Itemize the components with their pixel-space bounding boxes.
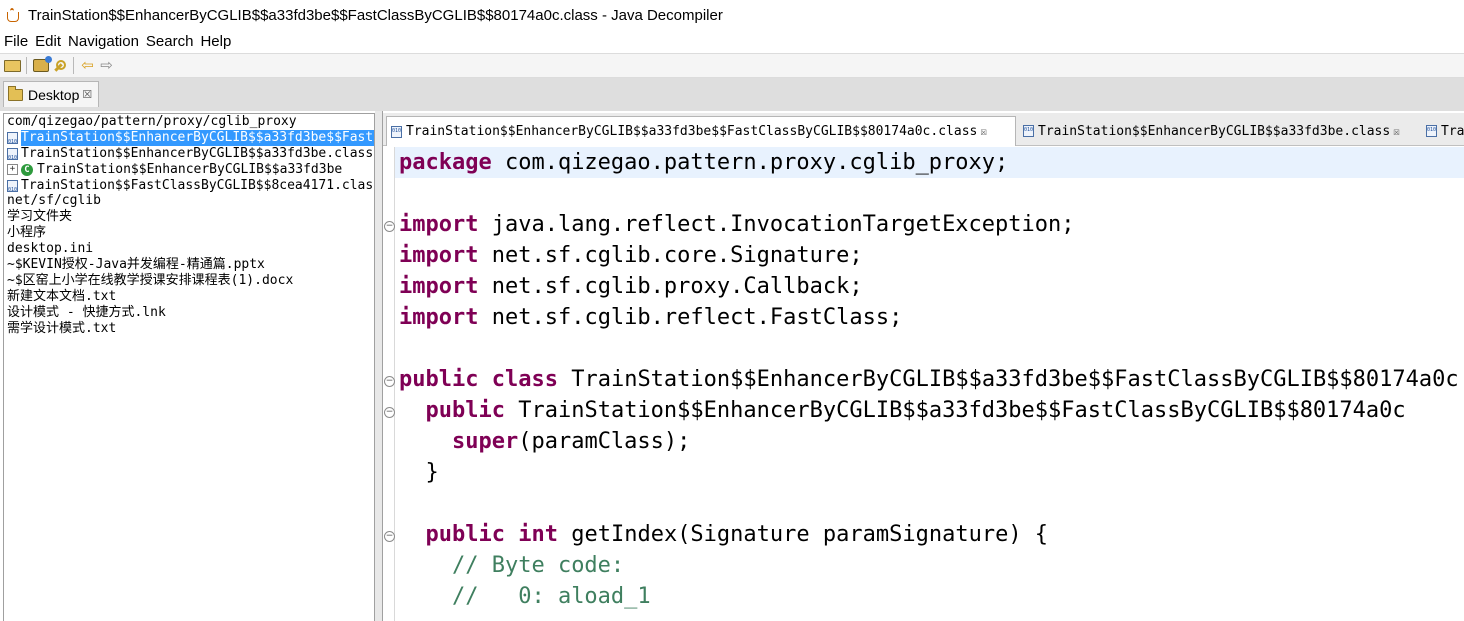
- open-file-button[interactable]: [3, 56, 22, 75]
- class-file-icon: [7, 147, 18, 166]
- tree-item-file[interactable]: 需学设计模式.txt: [4, 321, 374, 337]
- tree-item-label: TrainStation$$EnhancerByCGLIB$$a33fd3be$…: [21, 129, 374, 146]
- open-hierarchy-button[interactable]: [50, 56, 69, 75]
- code-line: import net.sf.cglib.core.Signature;: [399, 243, 863, 268]
- tree-item-class-file[interactable]: TrainStation$$EnhancerByCGLIB$$a33fd3be.…: [4, 145, 374, 166]
- tree-item-file[interactable]: ~$KEVIN授权-Java并发编程-精通篇.pptx: [4, 257, 374, 273]
- fold-collapse-icon[interactable]: −: [384, 407, 395, 418]
- editor-tab[interactable]: TrainStation$$EnhancerByCGLIB$$a33fd3be.…: [1019, 117, 1419, 145]
- menu-navigation[interactable]: Navigation: [65, 33, 142, 50]
- tree-item-label: 设计模式 - 快捷方式.lnk: [7, 304, 166, 320]
- back-button[interactable]: ⇦: [78, 56, 97, 75]
- fold-collapse-icon[interactable]: −: [384, 221, 395, 232]
- tree-item-label: net/sf/cglib: [7, 193, 101, 209]
- tree-item-package[interactable]: com/qizegao/pattern/proxy/cglib_proxy: [4, 114, 374, 130]
- class-file-icon: [1426, 125, 1437, 137]
- toolbar: ⇦ ⇨: [0, 53, 1464, 78]
- code-line: import net.sf.cglib.reflect.FastClass;: [399, 305, 903, 330]
- forward-arrow-icon: ⇨: [100, 57, 113, 74]
- toolbar-separator: [73, 57, 74, 74]
- close-icon[interactable]: ☒: [82, 88, 92, 101]
- editor-tab-label: TrainStation$$EnhancerByCGLIB$$a33fd3be.…: [1038, 123, 1391, 139]
- tree-item-class-file[interactable]: TrainStation$$EnhancerByCGLIB$$a33fd3be$…: [4, 129, 374, 150]
- tree-item-label: ~$区窑上小学在线教学授课安排课程表(1).docx: [7, 272, 294, 288]
- tree-item-file[interactable]: desktop.ini: [4, 241, 374, 257]
- pane-splitter[interactable]: [375, 111, 382, 621]
- tree-item-label: 学习文件夹: [7, 209, 73, 225]
- open-file-icon: [4, 59, 21, 72]
- tree-item-package[interactable]: net/sf/cglib: [4, 193, 374, 209]
- java-decompiler-app-icon: [6, 8, 20, 22]
- menu-edit[interactable]: Edit: [32, 33, 64, 50]
- close-icon[interactable]: ☒: [1393, 125, 1400, 138]
- window-title: TrainStation$$EnhancerByCGLIB$$a33fd3be$…: [28, 6, 723, 24]
- code-line: }: [425, 460, 439, 485]
- open-hierarchy-icon: [54, 59, 66, 72]
- tree-item-class-file[interactable]: TrainStation$$FastClassByCGLIB$$8cea4171…: [4, 177, 375, 198]
- forward-button[interactable]: ⇨: [97, 56, 116, 75]
- class-file-icon: [7, 131, 18, 150]
- menu-file[interactable]: File: [1, 33, 31, 50]
- class-file-icon: [7, 179, 18, 198]
- code-editor[interactable]: package com.qizegao.pattern.proxy.cglib_…: [383, 147, 1464, 621]
- tab-desktop[interactable]: Desktop ☒: [3, 81, 100, 107]
- tab-strip-background: [0, 78, 1464, 111]
- code-line: public TrainStation$$EnhancerByCGLIB$$a3…: [425, 398, 1406, 423]
- editor-tab-active[interactable]: TrainStation$$EnhancerByCGLIB$$a33fd3be$…: [386, 116, 1016, 146]
- menu-help[interactable]: Help: [197, 33, 234, 50]
- code-line: // Byte code:: [451, 553, 625, 578]
- tree-item-label: desktop.ini: [7, 241, 94, 257]
- fold-collapse-icon[interactable]: −: [384, 376, 395, 387]
- tree-item-label: ~$KEVIN授权-Java并发编程-精通篇.pptx: [7, 256, 265, 272]
- tree-item-folder[interactable]: 学习文件夹: [4, 209, 374, 225]
- menu-search[interactable]: Search: [143, 33, 197, 50]
- editor-tab-label: TrainStation$$EnhancerByCGLIB$$a33fd3be$…: [406, 124, 978, 139]
- code-line: public class TrainStation$$EnhancerByCGL…: [399, 367, 1459, 392]
- tree-item-label: TrainStation$$EnhancerByCGLIB$$a33fd3be.…: [21, 145, 374, 161]
- code-line: super(paramClass);: [451, 429, 691, 454]
- tree-item-folder[interactable]: 小程序: [4, 225, 374, 241]
- editor-tab[interactable]: Tra: [1422, 117, 1464, 145]
- class-icon: C: [21, 163, 33, 176]
- code-line: // 0: aload_1: [451, 584, 651, 609]
- folder-icon: [8, 85, 23, 101]
- code-line: import java.lang.reflect.InvocationTarge…: [399, 212, 1075, 237]
- editor-tab-bar: TrainStation$$EnhancerByCGLIB$$a33fd3be$…: [383, 113, 1464, 146]
- tree-item-label: 需学设计模式.txt: [7, 320, 117, 336]
- tree-item-file[interactable]: 新建文本文档.txt: [4, 289, 374, 305]
- tree-item-label: 小程序: [7, 225, 47, 241]
- tree-item-label: 新建文本文档.txt: [7, 288, 117, 304]
- toolbar-separator: [26, 57, 27, 74]
- fold-collapse-icon[interactable]: −: [384, 531, 395, 542]
- code-line: package com.qizegao.pattern.proxy.cglib_…: [399, 150, 1009, 175]
- class-file-icon: [1023, 125, 1034, 137]
- back-arrow-icon: ⇦: [81, 57, 94, 74]
- class-file-icon: [391, 125, 402, 138]
- editor-tab-label: Tra: [1441, 123, 1464, 139]
- tree-item-label: TrainStation$$EnhancerByCGLIB$$a33fd3be: [37, 161, 343, 177]
- code-line: public int getIndex(Signature paramSigna…: [425, 522, 1049, 547]
- menu-bar: File Edit Navigation Search Help: [0, 30, 1464, 52]
- tree-item-class[interactable]: + C TrainStation$$EnhancerByCGLIB$$a33fd3b…: [4, 162, 374, 178]
- tree-item-file[interactable]: ~$区窑上小学在线教学授课安排课程表(1).docx: [4, 273, 374, 289]
- tree-item-label: com/qizegao/pattern/proxy/cglib_proxy: [7, 113, 297, 129]
- code-line: import net.sf.cglib.proxy.Callback;: [399, 274, 863, 299]
- open-type-button[interactable]: [31, 56, 52, 75]
- expand-plus-icon[interactable]: +: [7, 164, 18, 176]
- open-type-icon: [32, 56, 52, 72]
- tree-item-file[interactable]: 设计模式 - 快捷方式.lnk: [4, 305, 374, 321]
- tab-desktop-label: Desktop: [28, 86, 80, 103]
- close-icon[interactable]: ☒: [980, 125, 987, 138]
- file-tree-panel[interactable]: com/qizegao/pattern/proxy/cglib_proxy Tr…: [3, 113, 375, 621]
- tree-item-label: TrainStation$$FastClassByCGLIB$$8cea4171…: [21, 177, 375, 193]
- editor-panel: TrainStation$$EnhancerByCGLIB$$a33fd3be$…: [382, 111, 1464, 621]
- title-bar: TrainStation$$EnhancerByCGLIB$$a33fd3be$…: [0, 0, 1464, 30]
